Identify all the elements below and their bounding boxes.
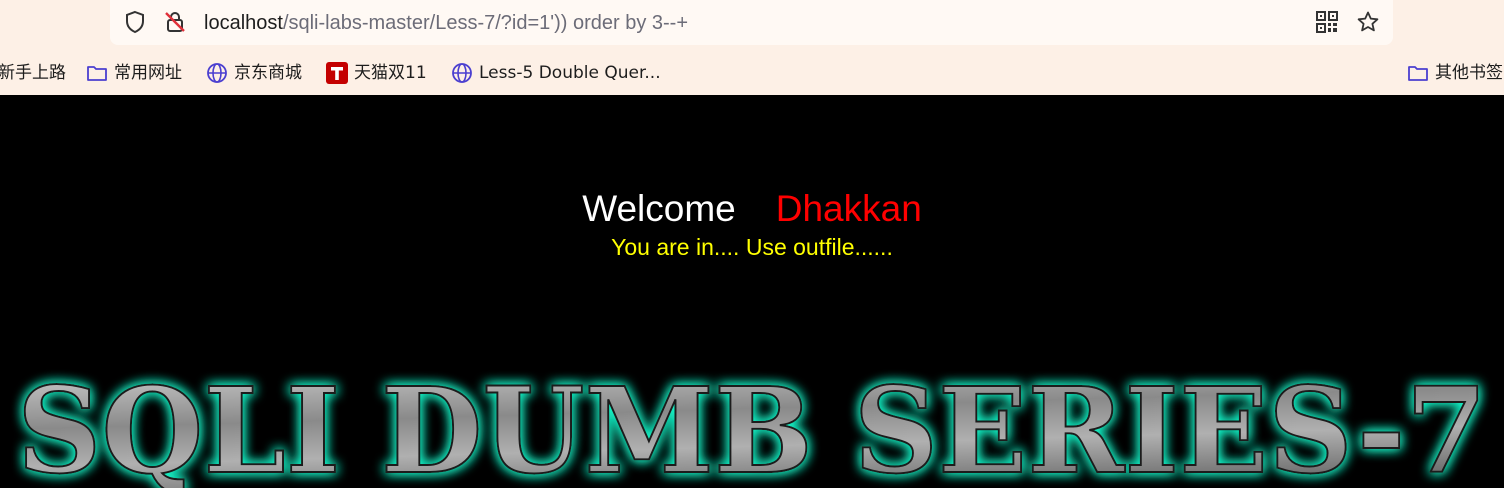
page-content: Welcome Dhakkan You are in.... Use outfil… [0,95,1504,488]
bookmark-label: 天猫双11 [354,63,427,83]
shield-icon[interactable] [122,9,148,35]
bookmark-xinshou[interactable]: 新手上路 [0,61,66,85]
globe-icon [451,62,473,84]
user-name: Dhakkan [775,188,922,229]
welcome-line: Welcome Dhakkan [0,187,1504,231]
bookmark-label: 其他书签 [1435,63,1503,83]
banner-text: SQLI DUMB SERIES-7 [17,361,1487,488]
folder-icon [86,62,108,84]
bookmark-label: 京东商城 [234,63,302,83]
folder-icon [1407,62,1429,84]
other-bookmarks-folder[interactable]: 其他书签 [1407,61,1503,85]
url-host: localhost [204,12,283,34]
insecure-lock-icon[interactable] [162,9,188,35]
qr-code-icon[interactable] [1314,9,1340,35]
tmall-icon [326,62,348,84]
bookmark-label: 新手上路 [0,63,66,83]
bookmark-label: 常用网址 [114,63,182,83]
bookmark-jd[interactable]: 京东商城 [206,61,302,85]
welcome-text: Welcome [582,188,736,229]
sqli-banner-logo: SQLI DUMB SERIES-7 [16,360,1488,488]
bookmark-folder-changyong[interactable]: 常用网址 [86,61,182,85]
url-text[interactable]: localhost/sqli-labs-master/Less-7/?id=1'… [204,10,688,36]
bookmarks-toolbar: 新手上路 常用网址 京东商城 天猫双11 Less-5 Double Quer.… [0,58,1504,88]
bookmark-label: Less-5 Double Quer... [479,63,661,83]
globe-icon [206,62,228,84]
url-path: /sqli-labs-master/Less-7/?id=1')) order … [282,12,689,34]
browser-chrome: localhost/sqli-labs-master/Less-7/?id=1'… [0,0,1504,95]
address-bar[interactable]: localhost/sqli-labs-master/Less-7/?id=1'… [110,0,1393,45]
bookmark-less5[interactable]: Less-5 Double Quer... [451,61,661,85]
star-icon[interactable] [1355,9,1381,35]
status-message: You are in.... Use outfile...... [611,234,893,260]
bookmark-tmall[interactable]: 天猫双11 [326,61,427,85]
